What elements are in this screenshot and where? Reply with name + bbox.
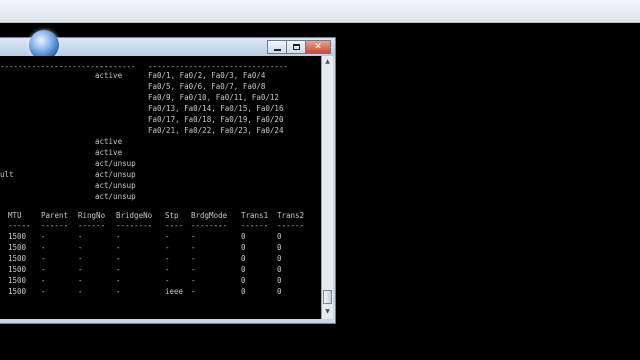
cell-brdgmode: - xyxy=(191,243,196,252)
scroll-down-icon[interactable]: ▼ xyxy=(323,307,332,317)
cell-brdgmode: - xyxy=(191,232,196,241)
cell-trans1: 0 xyxy=(241,276,246,285)
cell-stp: ieee xyxy=(165,287,184,296)
dash-line: ------------------------------- xyxy=(148,62,288,71)
cell-parent: - xyxy=(41,276,46,285)
col-header-ringno: RingNo xyxy=(78,211,106,220)
col-dash: ------ xyxy=(78,221,106,230)
col-header-brdgmode: BrdgMode xyxy=(191,211,228,220)
cell-parent: - xyxy=(41,287,46,296)
cell-bridgeno: - xyxy=(116,276,121,285)
col-dash: ---- xyxy=(165,221,184,230)
cell-trans2: 0 xyxy=(277,232,282,241)
cell-ringno: - xyxy=(78,276,83,285)
scroll-up-icon[interactable]: ▲ xyxy=(323,57,332,67)
cell-mtu: 1500 xyxy=(8,265,27,274)
cell-trans2: 0 xyxy=(277,243,282,252)
vlan-status: act/unsup xyxy=(95,192,136,201)
cell-trans1: 0 xyxy=(241,265,246,274)
cell-parent: - xyxy=(41,254,46,263)
col-dash: ------ xyxy=(41,221,69,230)
vlan-status: act/unsup xyxy=(95,181,136,190)
cell-ringno: - xyxy=(78,243,83,252)
cell-brdgmode: - xyxy=(191,276,196,285)
minimize-button[interactable] xyxy=(267,40,287,54)
dash-line: --------- xyxy=(95,62,136,71)
col-dash: ------ xyxy=(277,221,305,230)
col-header-stp: Stp xyxy=(165,211,179,220)
cell-ringno: - xyxy=(78,265,83,274)
console-output[interactable]: ------------------------- --------- ----… xyxy=(0,56,321,319)
cell-parent: - xyxy=(41,243,46,252)
cell-trans1: 0 xyxy=(241,254,246,263)
vlan-ports: Fa0/13, Fa0/14, Fa0/15, Fa0/16 xyxy=(148,104,284,113)
cell-trans2: 0 xyxy=(277,265,282,274)
cell-stp: - xyxy=(165,243,170,252)
cell-mtu: 1500 xyxy=(8,243,27,252)
close-button[interactable]: ✕ xyxy=(305,40,331,54)
col-dash: -------- xyxy=(191,221,228,230)
vlan-status: active xyxy=(95,148,123,157)
vertical-scrollbar[interactable]: ▲ ▼ xyxy=(321,56,333,319)
cell-mtu: 1500 xyxy=(8,276,27,285)
cell-trans1: 0 xyxy=(241,232,246,241)
minimize-icon xyxy=(273,48,281,51)
close-icon: ✕ xyxy=(314,41,322,52)
vlan-ports: Fa0/17, Fa0/18, Fa0/19, Fa0/20 xyxy=(148,115,284,124)
vlan-name: ult xyxy=(0,170,14,179)
col-header-parent: Parent xyxy=(41,211,69,220)
cell-bridgeno: - xyxy=(116,232,121,241)
vlan-status: active xyxy=(95,137,123,146)
desktop-top-strip xyxy=(0,0,640,23)
col-header-mtu: MTU xyxy=(8,211,22,220)
cell-parent: - xyxy=(41,232,46,241)
col-dash: -------- xyxy=(116,221,153,230)
cell-trans1: 0 xyxy=(241,243,246,252)
col-header-trans1: Trans1 xyxy=(241,211,269,220)
vlan-ports: Fa0/5, Fa0/6, Fa0/7, Fa0/8 xyxy=(148,82,266,91)
vlan-ports: Fa0/21, Fa0/22, Fa0/23, Fa0/24 xyxy=(148,126,284,135)
cell-brdgmode: - xyxy=(191,287,196,296)
cell-stp: - xyxy=(165,254,170,263)
cell-trans2: 0 xyxy=(277,254,282,263)
maximize-icon xyxy=(292,44,300,50)
col-dash: ------ xyxy=(241,221,269,230)
cell-mtu: 1500 xyxy=(8,254,27,263)
col-header-trans2: Trans2 xyxy=(277,211,305,220)
scroll-thumb[interactable] xyxy=(323,290,332,304)
vlan-ports: Fa0/1, Fa0/2, Fa0/3, Fa0/4 xyxy=(148,71,266,80)
cell-bridgeno: - xyxy=(116,287,121,296)
caption-buttons: ✕ xyxy=(267,40,331,54)
cell-stp: - xyxy=(165,265,170,274)
cell-brdgmode: - xyxy=(191,254,196,263)
cell-bridgeno: - xyxy=(116,243,121,252)
cell-trans2: 0 xyxy=(277,276,282,285)
cell-parent: - xyxy=(41,265,46,274)
vlan-status: act/unsup xyxy=(95,159,136,168)
vlan-status: active xyxy=(95,71,123,80)
console-window: ✕ ------------------------- --------- --… xyxy=(0,30,336,324)
cell-trans2: 0 xyxy=(277,287,282,296)
cell-ringno: - xyxy=(78,232,83,241)
vlan-status: act/unsup xyxy=(95,170,136,179)
col-dash: ----- xyxy=(8,221,31,230)
cell-mtu: 1500 xyxy=(8,232,27,241)
cell-trans1: 0 xyxy=(241,287,246,296)
cell-brdgmode: - xyxy=(191,265,196,274)
window-titlebar[interactable]: ✕ xyxy=(0,30,335,60)
cell-ringno: - xyxy=(78,254,83,263)
cell-bridgeno: - xyxy=(116,254,121,263)
cell-stp: - xyxy=(165,276,170,285)
vlan-ports: Fa0/9, Fa0/10, Fa0/11, Fa0/12 xyxy=(148,93,279,102)
cell-stp: - xyxy=(165,232,170,241)
cell-ringno: - xyxy=(78,287,83,296)
maximize-button[interactable] xyxy=(286,40,306,54)
cell-mtu: 1500 xyxy=(8,287,27,296)
col-header-bridgeno: BridgeNo xyxy=(116,211,153,220)
cell-bridgeno: - xyxy=(116,265,121,274)
